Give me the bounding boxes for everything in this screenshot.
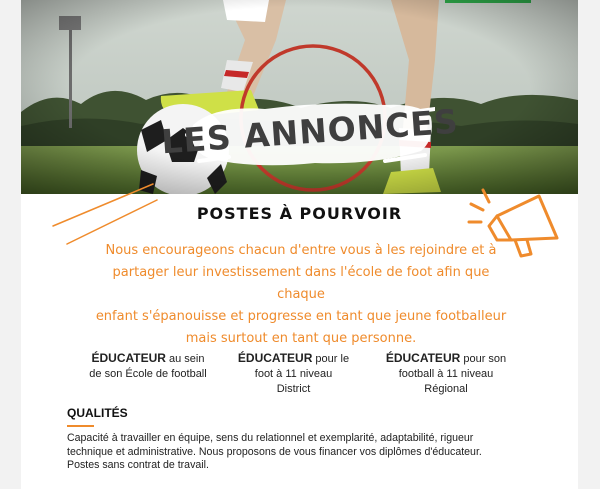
- section-title: POSTES À POURVOIR: [196, 204, 403, 223]
- position-detail: pour le: [312, 353, 350, 365]
- position-district-educator: ÉDUCATEUR pour le foot à 11 niveau Distr…: [221, 351, 366, 397]
- qualities-line: Postes sans contrat de travail.: [67, 459, 209, 471]
- announcement-card: LES ANNONCES POSTES À POURVOIR Nous enco…: [21, 0, 578, 489]
- position-role: ÉDUCATEUR: [91, 351, 166, 365]
- intro-paragraph: Nous encourageons chacun d'entre vous à …: [91, 240, 511, 350]
- position-regional-educator: ÉDUCATEUR pour son football à 11 niveau …: [372, 351, 520, 397]
- intro-line: Nous encourageons chacun d'entre vous à …: [105, 243, 497, 258]
- intro-line: partager leur investissement dans l'écol…: [112, 265, 490, 302]
- position-school-educator: ÉDUCATEUR au sein de son École de footba…: [78, 351, 218, 382]
- qualities-heading: QUALITÉS: [67, 406, 128, 420]
- qualities-text: Capacité à travailler en équipe, sens du…: [67, 432, 537, 473]
- intro-line: mais surtout en tant que personne.: [185, 331, 417, 346]
- qualities-line: technique et administrative. Nous propos…: [67, 445, 482, 458]
- position-detail: au sein: [165, 353, 205, 365]
- position-role: ÉDUCATEUR: [237, 351, 313, 365]
- hero-banner: LES ANNONCES: [21, 0, 578, 194]
- position-detail: District: [276, 383, 311, 395]
- position-detail: de son École de football: [89, 368, 207, 380]
- position-role: ÉDUCATEUR: [385, 351, 461, 365]
- qualities-line: Capacité à travailler en équipe, sens du…: [67, 432, 474, 444]
- qualities-underline: [67, 425, 94, 427]
- intro-line: enfant s'épanouisse et progresse en tant…: [95, 309, 507, 324]
- position-detail: Régional: [424, 383, 468, 395]
- position-detail: football à 11 niveau: [398, 368, 494, 380]
- position-detail: foot à 11 niveau: [254, 368, 333, 380]
- position-detail: pour son: [460, 353, 507, 365]
